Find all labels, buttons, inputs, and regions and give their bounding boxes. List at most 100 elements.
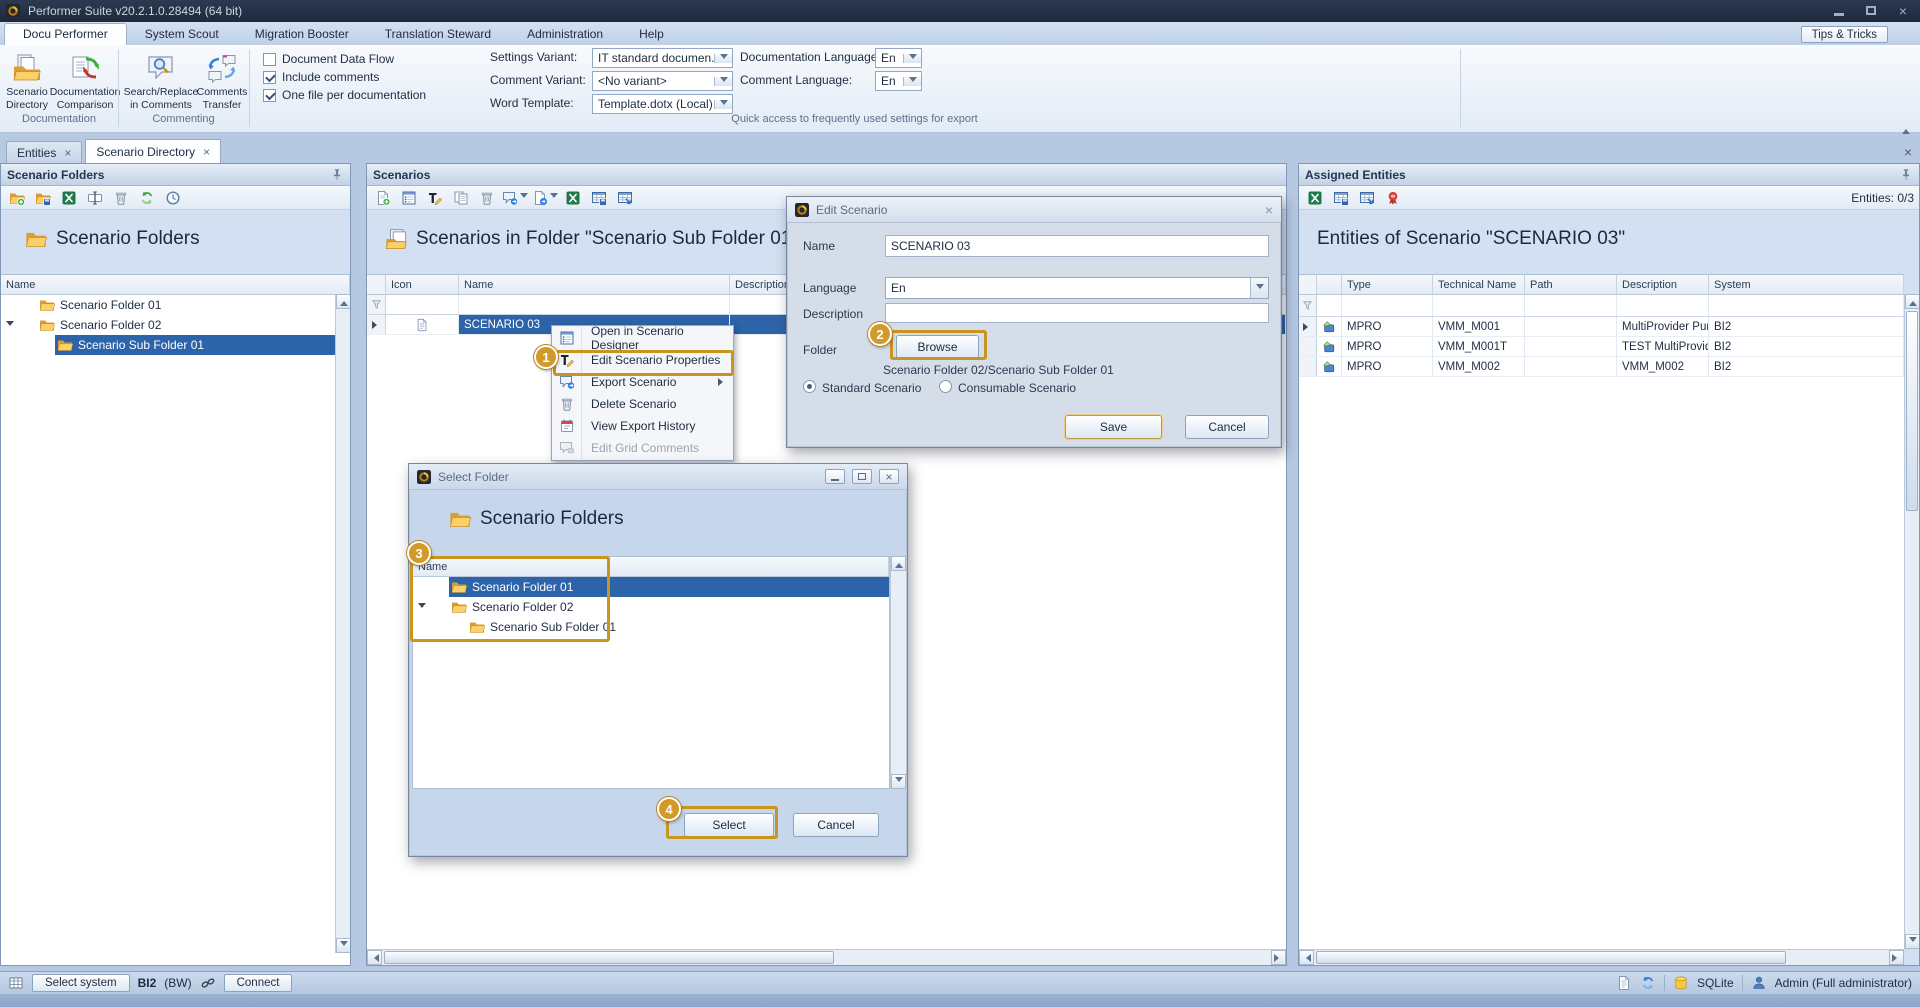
scroll-right-icon[interactable]: [1889, 950, 1904, 965]
column-header-name[interactable]: Name: [413, 557, 889, 576]
word-template-select[interactable]: Template.dotx (Local): [592, 94, 733, 114]
save-folder-button[interactable]: [32, 188, 54, 208]
horizontal-scrollbar[interactable]: [1299, 949, 1904, 965]
edit-scenario-button[interactable]: [424, 188, 446, 208]
rename-folder-button[interactable]: [84, 188, 106, 208]
standard-scenario-radio[interactable]: [803, 380, 816, 393]
consumable-scenario-radio[interactable]: [939, 380, 952, 393]
filter-row[interactable]: [1299, 295, 1904, 317]
column-header-name[interactable]: Name: [459, 275, 730, 294]
grid-status-icon[interactable]: [8, 975, 24, 991]
scroll-up-icon[interactable]: [336, 294, 350, 309]
column-header-icon[interactable]: Icon: [386, 275, 459, 294]
add-folder-button[interactable]: [6, 188, 28, 208]
restore-grid-layout-button[interactable]: [614, 188, 636, 208]
scenario-directory-button[interactable]: ScenarioDirectory: [2, 50, 52, 111]
checkbox-document-data-flow[interactable]: Document Data Flow: [263, 52, 394, 66]
export-excel-button[interactable]: [1304, 188, 1326, 208]
export-comments-button[interactable]: [502, 188, 528, 208]
collapse-chevron-icon[interactable]: [1, 321, 19, 330]
comments-transfer-button[interactable]: CommentsTransfer: [198, 50, 246, 111]
comment-variant-select[interactable]: <No variant>: [592, 71, 733, 91]
scroll-right-icon[interactable]: [1271, 950, 1286, 965]
documentation-language-select[interactable]: En: [875, 48, 922, 68]
save-button[interactable]: Save: [1065, 415, 1162, 439]
dialog-title-bar[interactable]: Edit Scenario ×: [787, 197, 1281, 223]
history-check-button[interactable]: [162, 188, 184, 208]
vertical-scrollbar[interactable]: [890, 556, 906, 789]
scenario-properties-button[interactable]: [398, 188, 420, 208]
select-button[interactable]: Select: [684, 813, 774, 837]
column-header-type[interactable]: Type: [1342, 275, 1433, 294]
tab-entities[interactable]: Entities ×: [6, 141, 82, 163]
tree-item-scenario-folder-02[interactable]: Scenario Folder 02: [413, 597, 889, 617]
export-excel-button[interactable]: [562, 188, 584, 208]
column-header-name[interactable]: Name: [1, 275, 350, 294]
remove-assignment-button[interactable]: [1382, 188, 1404, 208]
column-header-path[interactable]: Path: [1525, 275, 1617, 294]
menu-item-edit-scenario-properties[interactable]: Edit Scenario Properties: [552, 349, 733, 371]
close-icon[interactable]: ×: [1892, 3, 1914, 18]
scroll-down-icon[interactable]: [336, 938, 350, 953]
tab-scenario-directory[interactable]: Scenario Directory ×: [85, 139, 221, 163]
new-scenario-button[interactable]: [372, 188, 394, 208]
checkbox-include-comments[interactable]: Include comments: [263, 70, 379, 84]
tree-item-scenario-sub-folder-01[interactable]: Scenario Sub Folder 01: [413, 617, 889, 637]
chevron-down-icon[interactable]: [903, 54, 921, 63]
tab-docu-performer[interactable]: Docu Performer: [4, 23, 127, 45]
checkbox-one-file-per-documentation[interactable]: One file per documentation: [263, 88, 426, 102]
select-system-button[interactable]: Select system: [32, 974, 130, 992]
tab-migration-booster[interactable]: Migration Booster: [237, 24, 367, 45]
comment-language-select[interactable]: En: [875, 71, 922, 91]
entity-row[interactable]: MPRO VMM_M001 MultiProvider Purc... BI2: [1299, 317, 1904, 337]
export-documentation-button[interactable]: [532, 188, 558, 208]
cancel-button[interactable]: Cancel: [793, 813, 879, 837]
column-header-description[interactable]: Description: [1617, 275, 1709, 294]
vertical-scrollbar[interactable]: [335, 294, 350, 953]
horizontal-scrollbar[interactable]: [367, 949, 1286, 965]
close-icon[interactable]: ×: [879, 469, 899, 484]
restore-grid-layout-button[interactable]: [1356, 188, 1378, 208]
connect-button[interactable]: Connect: [224, 974, 293, 992]
delete-scenario-button[interactable]: [476, 188, 498, 208]
scroll-up-icon[interactable]: [1905, 294, 1919, 309]
tree-item-scenario-folder-02[interactable]: Scenario Folder 02: [1, 315, 350, 335]
export-excel-button[interactable]: [58, 188, 80, 208]
scroll-left-icon[interactable]: [1299, 950, 1314, 965]
scroll-down-icon[interactable]: [891, 774, 906, 789]
pin-icon[interactable]: [1899, 168, 1913, 182]
menu-item-view-export-history[interactable]: View Export History: [552, 415, 733, 437]
chevron-down-icon[interactable]: [903, 77, 921, 86]
vertical-scrollbar[interactable]: [1904, 294, 1919, 949]
documentation-comparison-button[interactable]: DocumentationComparison: [54, 50, 116, 111]
minimize-icon[interactable]: [825, 469, 845, 484]
chevron-down-icon[interactable]: [714, 100, 732, 109]
save-grid-layout-button[interactable]: [1330, 188, 1352, 208]
chevron-down-icon[interactable]: [714, 77, 732, 86]
copy-scenario-button[interactable]: [450, 188, 472, 208]
maximize-icon[interactable]: [1860, 3, 1882, 18]
tree-item-scenario-folder-01[interactable]: Scenario Folder 01: [1, 295, 350, 315]
menu-item-export-scenario[interactable]: Export Scenario: [552, 371, 733, 393]
name-field[interactable]: SCENARIO 03: [885, 235, 1269, 257]
description-field[interactable]: [885, 303, 1269, 323]
tab-translation-steward[interactable]: Translation Steward: [367, 24, 509, 45]
chevron-down-icon[interactable]: [1250, 278, 1268, 298]
scrollbar-thumb[interactable]: [384, 951, 834, 964]
tab-help[interactable]: Help: [621, 24, 682, 45]
tab-close-icon[interactable]: ×: [64, 147, 71, 159]
sync-icon[interactable]: [1640, 975, 1656, 991]
menu-item-open-in-scenario-designer[interactable]: Open in Scenario Designer: [552, 327, 733, 349]
tab-system-scout[interactable]: System Scout: [127, 24, 237, 45]
close-icon[interactable]: ×: [1265, 203, 1273, 217]
column-header-system[interactable]: System: [1709, 275, 1904, 294]
browse-button[interactable]: Browse: [896, 335, 979, 359]
scroll-left-icon[interactable]: [367, 950, 382, 965]
log-page-icon[interactable]: [1616, 975, 1632, 991]
tab-administration[interactable]: Administration: [509, 24, 621, 45]
chevron-down-icon[interactable]: [714, 54, 732, 63]
column-header-entity-icon[interactable]: [1317, 275, 1342, 294]
collapse-chevron-icon[interactable]: [413, 603, 431, 612]
scroll-up-icon[interactable]: [891, 556, 906, 571]
collapse-ribbon-icon[interactable]: [1902, 115, 1910, 129]
